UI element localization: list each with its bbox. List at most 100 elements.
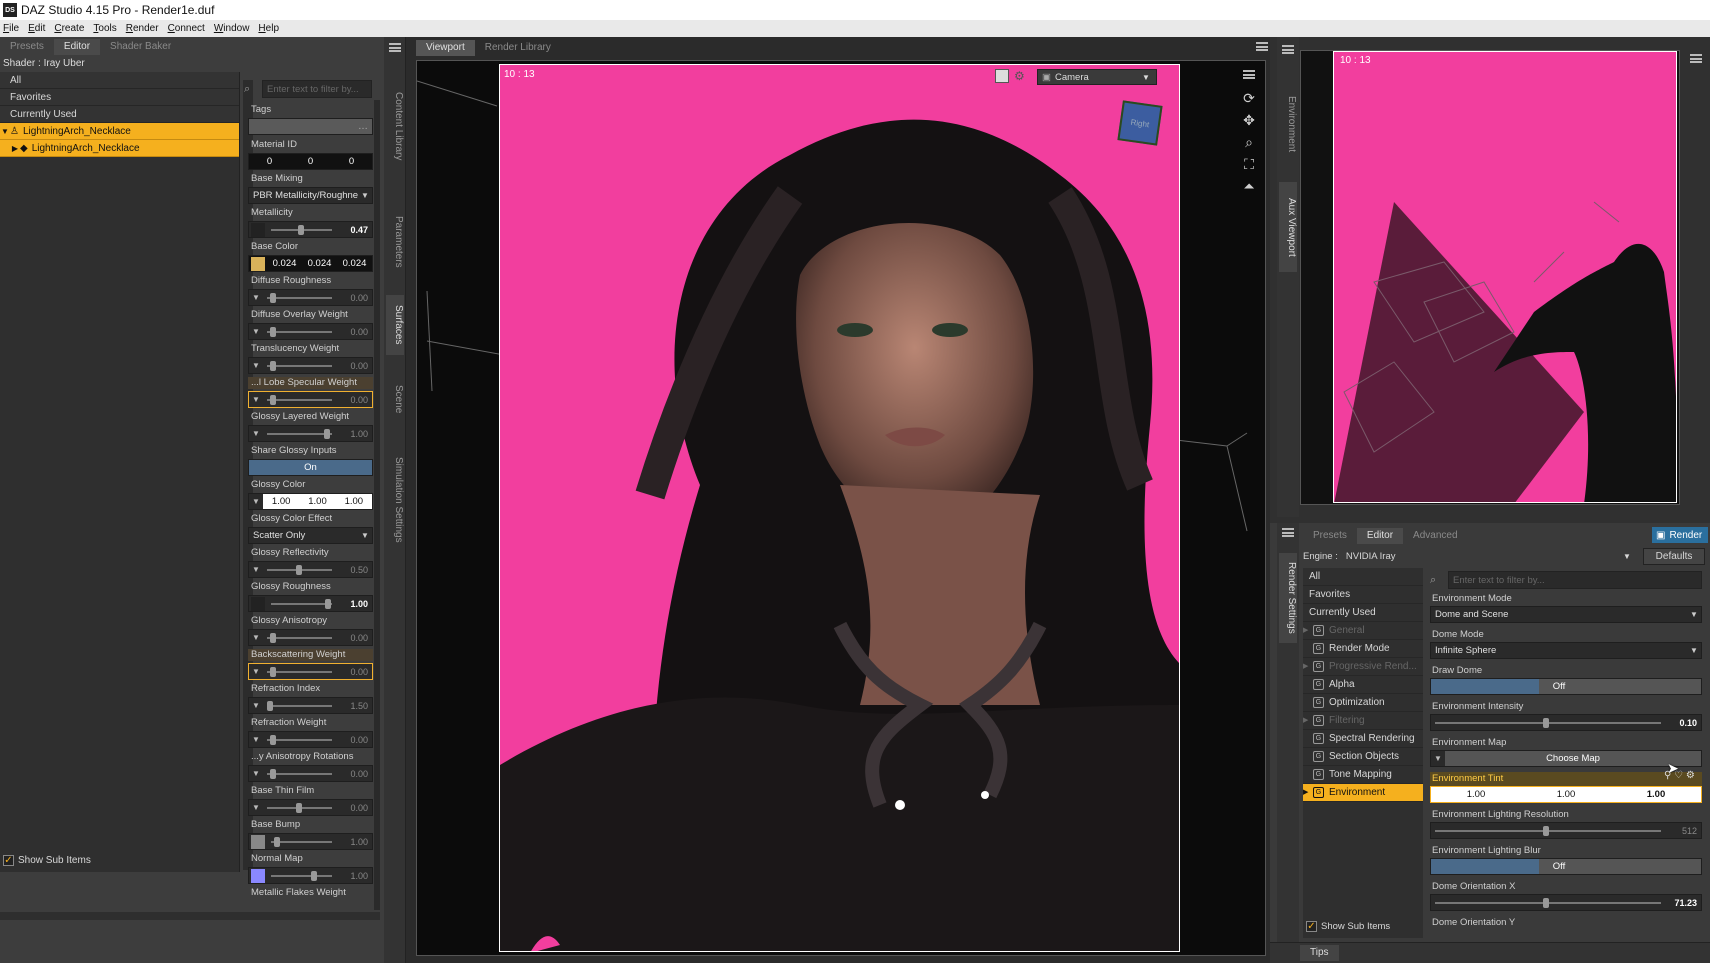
- rs-category-optimization[interactable]: G Optimization: [1303, 694, 1423, 712]
- slider-handle[interactable]: [270, 326, 277, 337]
- slider-handle[interactable]: [1543, 897, 1550, 908]
- slider-handle[interactable]: [270, 666, 277, 677]
- slider-handle[interactable]: [274, 836, 281, 847]
- slider-track[interactable]: [267, 326, 332, 337]
- glossy-color-effect-select[interactable]: Scatter Only ▼: [248, 527, 373, 544]
- lighting-resolution-slider[interactable]: 512: [1430, 822, 1702, 839]
- expand-arrow-icon[interactable]: ▼: [0, 123, 10, 140]
- draw-style-icon[interactable]: [995, 69, 1009, 83]
- chevron-down-icon[interactable]: ▼: [249, 494, 263, 509]
- slider-track[interactable]: [271, 224, 332, 235]
- value-g[interactable]: 1.00: [299, 496, 335, 507]
- slider-track[interactable]: [267, 292, 332, 303]
- tab-rs-editor[interactable]: Editor: [1356, 528, 1404, 544]
- slider-track[interactable]: [1435, 717, 1661, 728]
- slider-value[interactable]: 0.00: [336, 769, 372, 779]
- slider-track[interactable]: [267, 394, 332, 405]
- orbit-icon[interactable]: ⟳: [1240, 90, 1258, 107]
- slider-value[interactable]: 1.00: [336, 599, 372, 609]
- glossy-anisotropy-slider[interactable]: ▼ 0.00: [248, 629, 373, 646]
- tab-viewport[interactable]: Viewport: [416, 40, 475, 56]
- tab-simulation-settings[interactable]: Simulation Settings: [386, 435, 404, 565]
- slider-track[interactable]: [271, 836, 332, 847]
- value-g[interactable]: 1.00: [1521, 789, 1611, 800]
- rs-category-render-mode[interactable]: G Render Mode: [1303, 640, 1423, 658]
- view-cube[interactable]: Right: [1117, 100, 1163, 146]
- slider-track[interactable]: [1435, 897, 1661, 908]
- slider-value[interactable]: 0.00: [336, 735, 372, 745]
- value-g[interactable]: 0: [290, 156, 331, 167]
- slider-handle[interactable]: [298, 224, 305, 235]
- show-sub-items[interactable]: ✓ Show Sub Items: [3, 855, 91, 866]
- glossy-color-fields[interactable]: ▼ 1.00 1.00 1.00: [248, 493, 373, 510]
- glossy-roughness-slider[interactable]: 1.00: [248, 595, 373, 612]
- base-color-fields[interactable]: 0.024 0.024 0.024: [248, 255, 373, 272]
- slider-handle[interactable]: [270, 292, 277, 303]
- rs-category-environment[interactable]: ▶ G Environment: [1303, 784, 1423, 802]
- slider-track[interactable]: [271, 598, 332, 609]
- menu-create[interactable]: Create: [54, 23, 84, 34]
- slider-value[interactable]: 0.00: [336, 327, 372, 337]
- slider-handle[interactable]: [270, 360, 277, 371]
- slider-value[interactable]: 0.47: [336, 225, 372, 235]
- slider-value[interactable]: 0.00: [336, 361, 372, 371]
- rs-category-filtering[interactable]: ▶ G Filtering: [1303, 712, 1423, 730]
- rs-category-section-objects[interactable]: G Section Objects: [1303, 748, 1423, 766]
- normal-map-slider[interactable]: 1.00: [248, 867, 373, 884]
- environment-intensity-slider[interactable]: 0.10: [1430, 714, 1702, 731]
- expand-arrow-icon[interactable]: ▶: [1303, 712, 1313, 730]
- slider-track[interactable]: [267, 700, 332, 711]
- value-b[interactable]: 1.00: [1611, 789, 1701, 800]
- tab-rs-presets[interactable]: Presets: [1303, 528, 1357, 544]
- map-swatch[interactable]: [251, 222, 265, 237]
- tree-node-necklace-child[interactable]: ▶ ◆ LightningArch_Necklace: [0, 140, 239, 157]
- lobe-specular-slider[interactable]: ▼ 0.00: [248, 391, 373, 408]
- aux-preview[interactable]: 10 : 13: [1333, 51, 1677, 503]
- tab-rs-advanced[interactable]: Advanced: [1403, 528, 1467, 544]
- slider-track[interactable]: [267, 360, 332, 371]
- frame-icon[interactable]: ⛶: [1240, 156, 1258, 173]
- category-all[interactable]: All: [0, 72, 239, 89]
- slider-value[interactable]: 71.23: [1665, 898, 1701, 908]
- value-b[interactable]: 1.00: [336, 496, 372, 507]
- tab-content-library[interactable]: Content Library: [386, 71, 404, 181]
- slider-track[interactable]: [267, 734, 332, 745]
- dome-mode-select[interactable]: Infinite Sphere ▼: [1430, 642, 1702, 659]
- refraction-weight-slider[interactable]: ▼ 0.00: [248, 731, 373, 748]
- slider-track[interactable]: [267, 428, 332, 439]
- diffuse-roughness-slider[interactable]: ▼ 0.00: [248, 289, 373, 306]
- rs-show-sub-items[interactable]: ✓ Show Sub Items: [1306, 921, 1390, 932]
- expand-arrow-icon[interactable]: ▶: [10, 140, 20, 157]
- slider-value[interactable]: 0.10: [1665, 718, 1701, 728]
- slider-track[interactable]: [267, 666, 332, 677]
- environment-mode-select[interactable]: Dome and Scene ▼: [1430, 606, 1702, 623]
- slider-handle[interactable]: [324, 598, 331, 609]
- dome-orientation-x-slider[interactable]: 71.23: [1430, 894, 1702, 911]
- chevron-down-icon[interactable]: ▼: [249, 803, 263, 812]
- slider-value[interactable]: 0.50: [336, 565, 372, 575]
- slider-handle[interactable]: [296, 802, 303, 813]
- rs-category-currently-used[interactable]: Currently Used: [1303, 604, 1423, 622]
- slider-handle[interactable]: [270, 734, 277, 745]
- toggle-value[interactable]: Off: [1539, 681, 1579, 692]
- value-r[interactable]: 0: [249, 156, 290, 167]
- slider-value[interactable]: 1.00: [336, 837, 372, 847]
- panel-menu-icon[interactable]: [389, 43, 401, 52]
- camera-select[interactable]: ▣ Camera ▼: [1037, 69, 1157, 85]
- menu-edit[interactable]: Edit: [28, 23, 45, 34]
- scrollbar[interactable]: [374, 100, 380, 910]
- rs-category-spectral[interactable]: G Spectral Rendering: [1303, 730, 1423, 748]
- backscattering-slider[interactable]: ▼ 0.00: [248, 663, 373, 680]
- property-filter-input[interactable]: Enter text to filter by...: [262, 80, 372, 98]
- slider-handle[interactable]: [270, 394, 277, 405]
- chevron-down-icon[interactable]: ▼: [249, 327, 263, 336]
- menu-connect[interactable]: Connect: [168, 23, 205, 34]
- chevron-down-icon[interactable]: ▼: [249, 735, 263, 744]
- material-id-fields[interactable]: 0 0 0: [248, 153, 373, 170]
- environment-tint-fields[interactable]: 1.00 1.00 1.00: [1430, 786, 1702, 803]
- tab-presets[interactable]: Presets: [0, 39, 54, 55]
- glossy-reflectivity-slider[interactable]: ▼ 0.50: [248, 561, 373, 578]
- menu-help[interactable]: Help: [258, 23, 279, 34]
- menu-render[interactable]: Render: [126, 23, 159, 34]
- slider-track[interactable]: [271, 870, 332, 881]
